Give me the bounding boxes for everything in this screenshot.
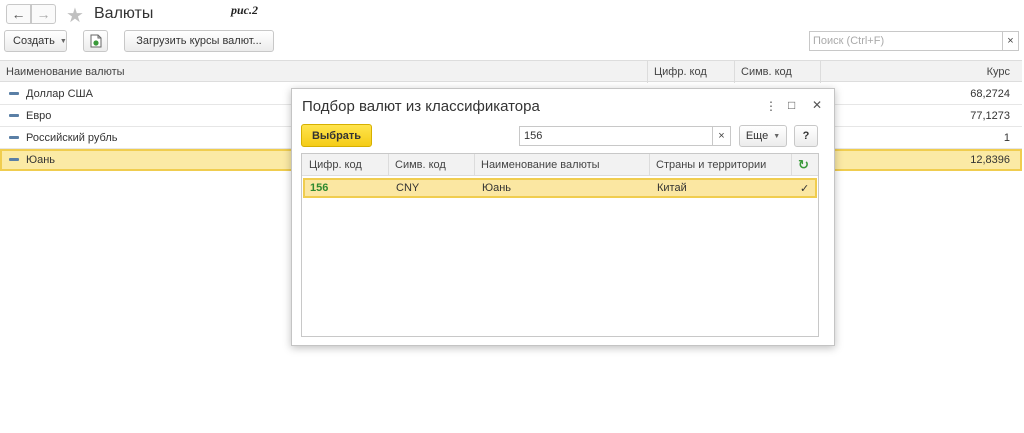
row-marker-icon	[9, 114, 19, 117]
refresh-icon[interactable]: ↻	[798, 157, 809, 173]
check-icon: ✓	[800, 183, 810, 195]
page-title: Валюты	[94, 5, 154, 22]
figure-note: рис.2	[231, 3, 258, 17]
countries: Китай	[657, 182, 687, 194]
classifier-table: Цифр. код Симв. код Наименование валюты …	[301, 153, 819, 337]
column-header-name[interactable]: Наименование валюты	[6, 66, 125, 78]
forward-button[interactable]: →	[31, 4, 56, 24]
column-header-numeric-code[interactable]: Цифр. код	[309, 159, 362, 171]
column-header-numeric-code[interactable]: Цифр. код	[654, 66, 707, 78]
dialog-search-field[interactable]: 156 ×	[519, 126, 731, 146]
search-input[interactable]: Поиск (Ctrl+F)	[810, 35, 1002, 47]
dialog-title: Подбор валют из классификатора	[302, 98, 540, 115]
column-header-countries[interactable]: Страны и территории	[656, 159, 766, 171]
column-header-name[interactable]: Наименование валюты	[481, 159, 600, 171]
favorite-star-icon[interactable]: ★	[66, 3, 84, 28]
currency-rate: 77,1273	[970, 110, 1010, 122]
close-icon[interactable]: ✕	[812, 98, 822, 112]
table-header: Наименование валюты Цифр. код Симв. код …	[0, 60, 1022, 83]
create-button[interactable]: Создать ▼	[4, 30, 67, 52]
table-header: Цифр. код Симв. код Наименование валюты …	[302, 154, 818, 176]
classifier-dialog: Подбор валют из классификатора ⋮ □ ✕ Выб…	[291, 88, 835, 346]
dialog-search-input[interactable]: 156	[520, 130, 712, 142]
clear-search-icon[interactable]: ×	[1002, 32, 1018, 50]
table-row-selected[interactable]: 156 CNY Юань Китай ✓	[303, 178, 817, 198]
arrow-right-icon: →	[36, 6, 51, 22]
arrow-left-icon: ←	[11, 6, 26, 22]
currency-rate: 68,2724	[970, 88, 1010, 100]
row-marker-icon	[9, 92, 19, 95]
column-header-symbol-code[interactable]: Симв. код	[395, 159, 446, 171]
numeric-code: 156	[310, 182, 329, 194]
column-header-rate[interactable]: Курс	[987, 66, 1010, 78]
load-rates-label: Загрузить курсы валют...	[136, 35, 262, 47]
currencies-window: ← → ★ Валюты рис.2 Создать ▼ Загрузить к…	[0, 0, 1024, 433]
currency-name: Доллар США	[26, 88, 93, 100]
search-field[interactable]: Поиск (Ctrl+F) ×	[809, 31, 1019, 51]
maximize-icon[interactable]: □	[788, 98, 795, 112]
document-icon	[90, 34, 101, 48]
more-options-icon[interactable]: ⋮	[765, 99, 777, 113]
currency-rate: 1	[1003, 132, 1010, 144]
row-marker-icon	[9, 136, 19, 139]
currency-name: Евро	[26, 110, 52, 122]
select-button[interactable]: Выбрать	[301, 124, 372, 147]
symbol-code: CNY	[396, 182, 420, 194]
row-marker-icon	[9, 158, 19, 161]
currency-name: Юань	[482, 182, 512, 194]
load-rates-button[interactable]: Загрузить курсы валют...	[124, 30, 274, 52]
more-button[interactable]: Еще ▼	[739, 125, 787, 147]
currency-name: Российский рубль	[26, 132, 118, 144]
currency-name: Юань	[26, 154, 56, 166]
back-button[interactable]: ←	[6, 4, 31, 24]
create-button-label: Создать	[13, 35, 55, 47]
more-button-label: Еще	[745, 130, 769, 142]
clear-search-icon[interactable]: ×	[712, 127, 730, 145]
column-header-symbol-code[interactable]: Симв. код	[741, 66, 792, 78]
dropdown-caret-icon: ▼	[773, 132, 781, 140]
dropdown-caret-icon: ▼	[59, 37, 67, 45]
currency-rate: 12,8396	[970, 154, 1010, 166]
help-button[interactable]: ?	[794, 125, 818, 147]
document-report-button[interactable]	[83, 30, 108, 52]
